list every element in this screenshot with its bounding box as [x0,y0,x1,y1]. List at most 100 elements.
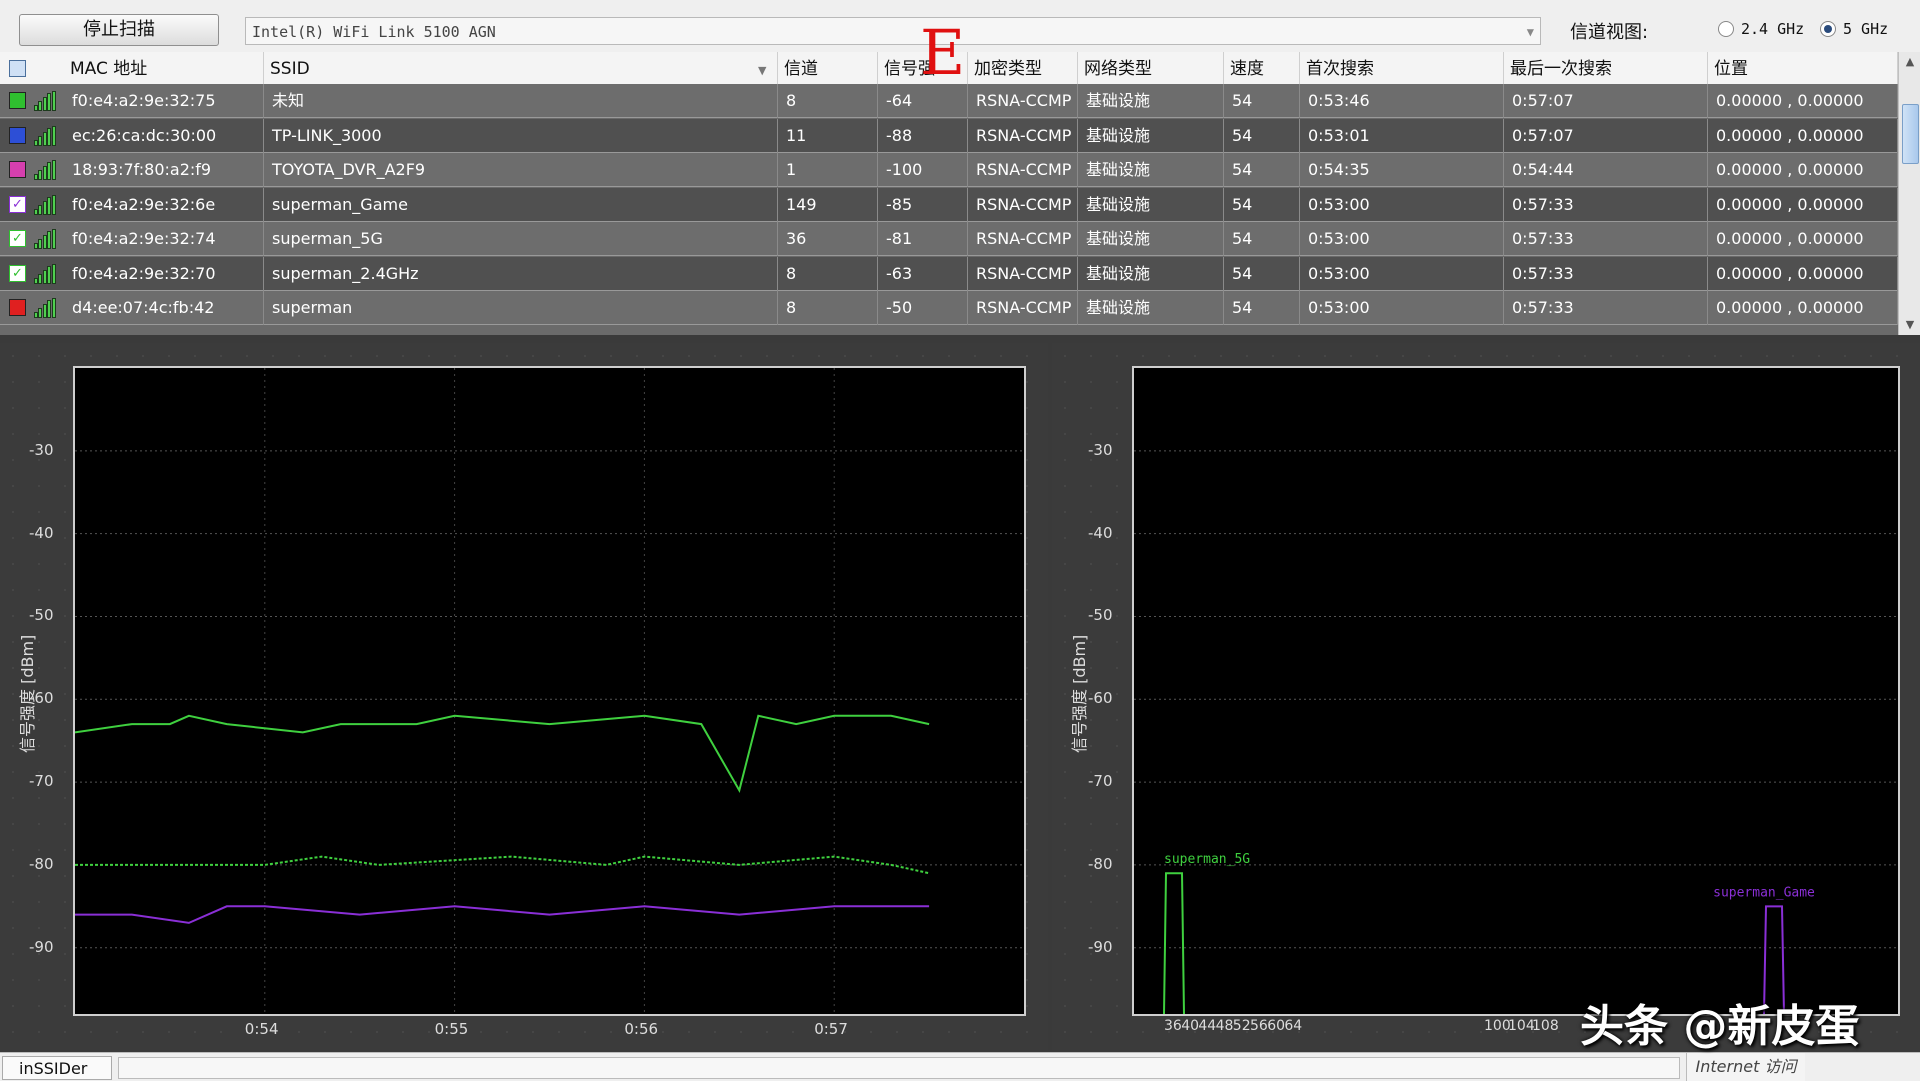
cell-channel: 149 [778,187,878,222]
stop-scan-button[interactable]: 停止扫描 [19,14,219,46]
cell-enc: RSNA-CCMP [968,187,1078,222]
band-24-radio[interactable] [1718,21,1734,37]
cell-speed: 54 [1224,187,1300,222]
column-header[interactable]: 加密类型 [968,52,1078,84]
cell-channel: 11 [778,118,878,153]
time-graph-svg [74,368,1024,1014]
app-tab[interactable]: inSSIDer [2,1056,112,1080]
x-tick-label: 0:56 [624,1020,659,1038]
signal-bar [34,208,38,215]
cell-last: 0:57:33 [1504,256,1708,291]
cell-mac: f0:e4:a2:9e:32:74 [64,222,264,256]
cell-speed: 54 [1224,153,1300,187]
cell-net: 基础设施 [1078,187,1224,222]
signal-bar [42,235,47,249]
column-header[interactable]: 最后一次搜索 [1504,52,1708,84]
adapter-select[interactable]: Intel(R) WiFi Link 5100 AGN ▼ [245,17,1541,45]
signal-bar [51,91,56,111]
row-checkbox[interactable]: ✓ [9,264,26,282]
signal-bar [38,239,43,249]
signal-bar [38,273,43,284]
signal-bar [42,131,47,146]
y-tick-label: -70 [1088,772,1113,791]
signal-bar [38,135,43,146]
signal-bar [42,166,47,180]
cell-signal: -100 [878,153,968,187]
cell-signal: -64 [878,84,968,118]
row-checkbox[interactable] [9,299,26,316]
x-tick-label: 100 [1484,1018,1511,1034]
signal-bars-icon [34,160,56,180]
cell-enc: RSNA-CCMP [968,291,1078,325]
select-all-checkbox[interactable] [9,60,26,77]
row-checkbox[interactable] [9,161,26,178]
cell-speed: 54 [1224,222,1300,256]
cell-enc: RSNA-CCMP [968,222,1078,256]
signal-bar [47,196,52,215]
table-scrollbar[interactable]: ▲ ▼ [1898,52,1920,335]
scroll-thumb[interactable] [1902,104,1919,164]
status-field [118,1057,1680,1079]
signal-bar [47,93,52,111]
row-checkbox[interactable]: ✓ [9,195,26,213]
band-5-radio[interactable] [1820,21,1836,37]
y-tick-label: -50 [29,606,54,625]
column-header[interactable]: 网络类型 [1078,52,1224,84]
column-header[interactable]: SSID [264,52,778,84]
x-tick-label: 48 [1215,1018,1234,1034]
signal-bar [42,269,47,284]
cell-channel: 36 [778,222,878,256]
status-bar: inSSIDer Internet 访问 [0,1052,1920,1081]
cell-signal: -88 [878,118,968,153]
signal-bar [34,312,38,318]
table-row[interactable]: ✓ f0:e4:a2:9e:32:74 superman_5G 36 -81 RSNA-C… [0,222,1898,256]
cell-channel: 8 [778,291,878,325]
band-5-label: 5 GHz [1843,20,1889,38]
row-checkbox[interactable] [9,92,26,109]
x-tick-label: 60 [1267,1018,1286,1034]
signal-bar [42,304,47,318]
network-channel-bar [1163,872,1185,1015]
table-row[interactable]: ✓ f0:e4:a2:9e:32:70 superman_2.4GHz 8 -63 RSN… [0,256,1898,291]
column-header[interactable]: MAC 地址 [64,52,264,84]
cell-enc: RSNA-CCMP [968,118,1078,153]
cell-mac: f0:e4:a2:9e:32:6e [64,187,264,222]
band-24-label: 2.4 GHz [1741,20,1805,38]
y-tick-label: -80 [29,854,54,873]
cell-net: 基础设施 [1078,84,1224,118]
column-header[interactable]: 位置 [1708,52,1898,84]
signal-bar [51,263,56,284]
column-header[interactable]: 速度 [1224,52,1300,84]
chevron-down-icon[interactable]: ▼ [1527,18,1534,46]
cell-net: 基础设施 [1078,118,1224,153]
table-row[interactable]: 18:93:7f:80:a2:f9 TOYOTA_DVR_A2F9 1 -100 RSN… [0,153,1898,187]
table-row[interactable]: f0:e4:a2:9e:32:75 未知 8 -64 RSNA-CCMP 基础设施 54 0:… [0,84,1898,118]
row-checkbox[interactable]: ✓ [9,230,26,247]
x-tick-label: 44 [1198,1018,1217,1034]
scroll-up-icon[interactable]: ▲ [1899,52,1920,72]
cell-signal: -50 [878,291,968,325]
signal-bar [34,105,38,111]
cell-channel: 8 [778,256,878,291]
network-table: MAC 地址 SSID ▼ 信道 信号强 加密类型 网络类型 速度 首次搜索 最… [0,52,1898,335]
table-row[interactable]: ec:26:ca:dc:30:00 TP-LINK_3000 11 -88 RSNA-C… [0,118,1898,153]
cell-mac: f0:e4:a2:9e:32:75 [64,84,264,118]
time-graph-panel: 信号强度 [dBm] -30 -40 -50 -60 -70 -80 -90 0:54 0:5… [0,343,1048,1050]
signal-bar [47,231,52,249]
y-tick-label: -50 [1088,606,1113,625]
signal-series-line [75,905,930,924]
table-row[interactable]: ✓ f0:e4:a2:9e:32:6e superman_Game 149 -85 RSN… [0,187,1898,222]
cell-speed: 54 [1224,291,1300,325]
signal-bar [34,277,38,284]
table-row[interactable]: d4:ee:07:4c:fb:42 superman 8 -50 RSNA-CCMP 基础… [0,291,1898,325]
cell-speed: 54 [1224,118,1300,153]
y-tick-label: -30 [1088,440,1113,459]
signal-bar [47,127,52,146]
y-tick-label: -70 [29,772,54,791]
column-header[interactable]: 信道 [778,52,878,84]
zone-indicator: Internet 访问 [1686,1053,1805,1081]
signal-bars-icon [34,263,56,284]
row-checkbox[interactable] [9,126,26,144]
column-header[interactable]: 首次搜索 [1300,52,1504,84]
scroll-down-icon[interactable]: ▼ [1899,315,1920,335]
